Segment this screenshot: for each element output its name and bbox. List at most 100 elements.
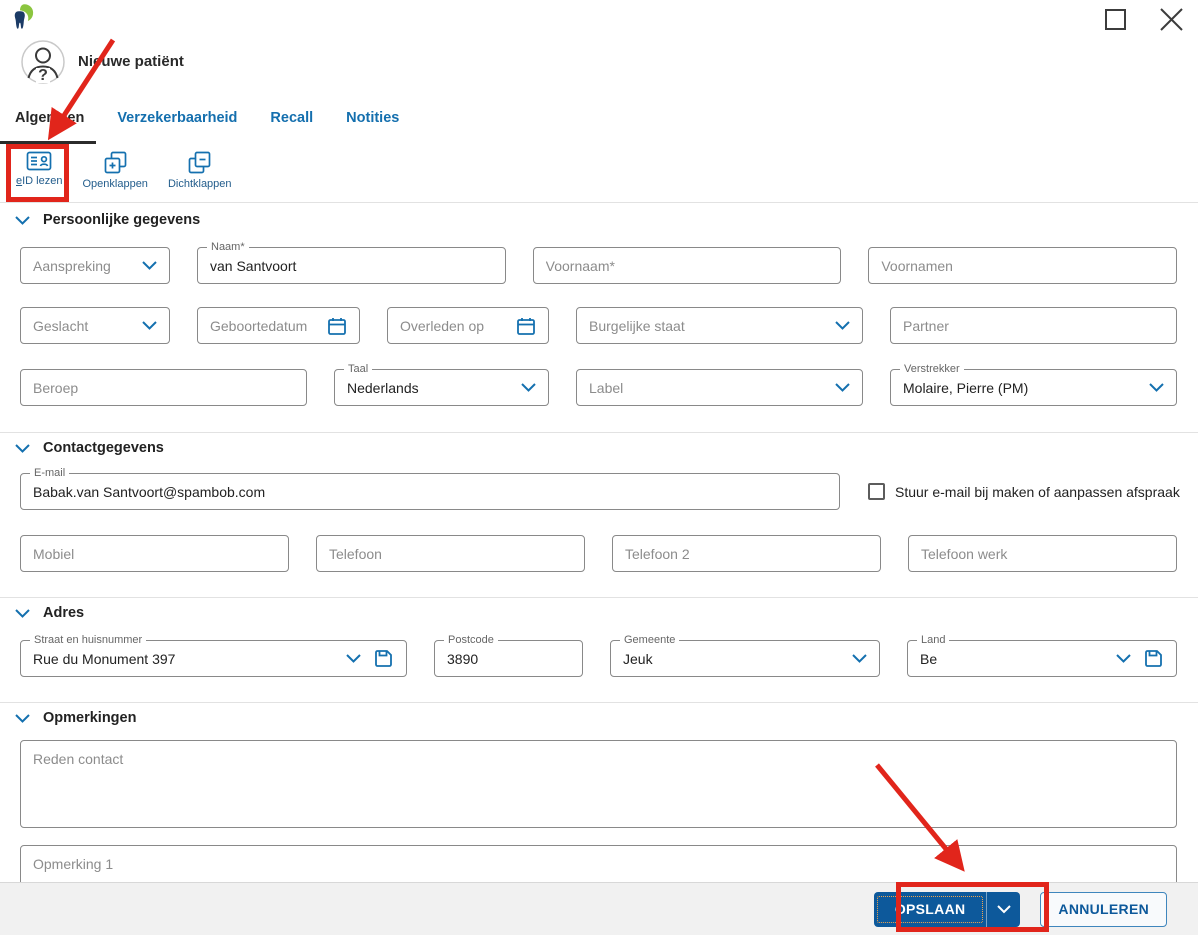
calendar-icon[interactable] bbox=[516, 316, 536, 336]
chevron-down-icon[interactable] bbox=[15, 215, 30, 225]
cancel-button-label: ANNULEREN bbox=[1058, 901, 1149, 917]
land-input[interactable] bbox=[908, 650, 1116, 667]
overleden-op-input[interactable] bbox=[388, 317, 516, 334]
geboortedatum-field[interactable] bbox=[197, 307, 360, 344]
partner-input[interactable] bbox=[891, 317, 1176, 334]
chevron-down-icon[interactable] bbox=[852, 654, 867, 663]
chevron-down-icon[interactable] bbox=[521, 383, 536, 392]
section-contact-title: Contactgegevens bbox=[43, 440, 164, 456]
gemeente-select[interactable]: Gemeente bbox=[610, 633, 880, 677]
voornaam-input[interactable] bbox=[533, 257, 841, 274]
naam-input[interactable] bbox=[198, 257, 505, 274]
mobiel-field[interactable] bbox=[20, 535, 289, 572]
expand-all-button[interactable]: Openklappen bbox=[76, 149, 153, 192]
aanspreking-input[interactable] bbox=[21, 257, 142, 274]
section-personal-header: Persoonlijke gegevens bbox=[15, 212, 200, 228]
label-input[interactable] bbox=[577, 379, 835, 396]
taal-label: Taal bbox=[344, 362, 373, 376]
burgelijke-staat-input[interactable] bbox=[577, 317, 835, 334]
chevron-down-icon[interactable] bbox=[15, 713, 30, 723]
phone-row bbox=[20, 535, 1177, 572]
app-logo-icon bbox=[13, 3, 34, 35]
gemeente-input[interactable] bbox=[611, 650, 852, 667]
chevron-down-icon[interactable] bbox=[346, 654, 361, 663]
voornamen-input[interactable] bbox=[869, 257, 1177, 274]
telefoonwerk-input[interactable] bbox=[909, 545, 1176, 562]
taal-select[interactable]: Taal bbox=[334, 362, 549, 406]
save-icon[interactable] bbox=[1143, 648, 1164, 669]
postcode-field[interactable]: Postcode bbox=[434, 633, 583, 677]
email-input[interactable] bbox=[21, 483, 839, 500]
toolbar: eID lezen Openklappen Dichtklappen bbox=[10, 149, 246, 192]
verstrekker-select[interactable]: Verstrekker bbox=[890, 362, 1177, 406]
email-label: E-mail bbox=[30, 466, 70, 480]
personal-row-2 bbox=[20, 307, 1177, 344]
close-button[interactable] bbox=[1154, 4, 1188, 34]
label-select[interactable] bbox=[576, 369, 863, 406]
chevron-down-icon[interactable] bbox=[15, 443, 30, 453]
section-contact-header: Contactgegevens bbox=[15, 440, 164, 456]
chevron-down-icon[interactable] bbox=[1116, 654, 1131, 663]
telefoonwerk-field[interactable] bbox=[908, 535, 1177, 572]
chevron-down-icon[interactable] bbox=[1149, 383, 1164, 392]
save-button[interactable]: OPSLAAN bbox=[874, 892, 987, 927]
taal-input[interactable] bbox=[335, 379, 521, 396]
reden-contact-textarea[interactable] bbox=[20, 740, 1177, 828]
cancel-button[interactable]: ANNULEREN bbox=[1040, 891, 1167, 927]
maximize-button[interactable] bbox=[1098, 4, 1132, 34]
voornamen-field[interactable] bbox=[868, 247, 1178, 284]
geslacht-input[interactable] bbox=[21, 317, 142, 334]
telefoon2-field[interactable] bbox=[612, 535, 881, 572]
tab-notities[interactable]: Notities bbox=[346, 110, 399, 138]
chevron-down-icon[interactable] bbox=[142, 321, 157, 330]
tab-bar: Algemeen Verzekerbaarheid Recall Notitie… bbox=[15, 110, 399, 138]
aanspreking-select[interactable] bbox=[20, 247, 170, 284]
email-appointment-checkbox[interactable] bbox=[868, 483, 885, 500]
section-personal-title: Persoonlijke gegevens bbox=[43, 212, 201, 228]
divider bbox=[0, 702, 1198, 703]
telefoon-input[interactable] bbox=[317, 545, 584, 562]
verstrekker-input[interactable] bbox=[891, 379, 1149, 396]
active-tab-underline bbox=[0, 141, 96, 144]
page-title: Nieuwe patiënt bbox=[78, 53, 184, 70]
geslacht-select[interactable] bbox=[20, 307, 170, 344]
straat-input[interactable] bbox=[21, 650, 346, 667]
overleden-op-field[interactable] bbox=[387, 307, 549, 344]
beroep-field[interactable] bbox=[20, 369, 307, 406]
tab-algemeen[interactable]: Algemeen bbox=[15, 110, 84, 138]
save-split-button: OPSLAAN bbox=[873, 891, 1021, 927]
beroep-input[interactable] bbox=[21, 379, 306, 396]
footer-bar: OPSLAAN ANNULEREN bbox=[0, 882, 1198, 935]
save-options-button[interactable] bbox=[986, 891, 1020, 927]
mobiel-input[interactable] bbox=[21, 545, 288, 562]
chevron-down-icon[interactable] bbox=[15, 608, 30, 618]
email-appointment-option: Stuur e-mail bij maken of aanpassen afsp… bbox=[868, 483, 1180, 500]
tab-recall[interactable]: Recall bbox=[270, 110, 313, 138]
divider bbox=[0, 432, 1198, 433]
postcode-input[interactable] bbox=[435, 650, 582, 667]
telefoon-field[interactable] bbox=[316, 535, 585, 572]
collapse-all-label: Dichtklappen bbox=[167, 178, 232, 190]
burgelijke-staat-select[interactable] bbox=[576, 307, 863, 344]
telefoon2-input[interactable] bbox=[613, 545, 880, 562]
save-icon[interactable] bbox=[373, 648, 394, 669]
chevron-down-icon[interactable] bbox=[835, 383, 850, 392]
partner-field[interactable] bbox=[890, 307, 1177, 344]
naam-field[interactable]: Naam* bbox=[197, 240, 506, 284]
email-appointment-checkbox-label: Stuur e-mail bij maken of aanpassen afsp… bbox=[895, 483, 1180, 500]
voornaam-field[interactable] bbox=[532, 247, 842, 284]
land-select[interactable]: Land bbox=[907, 633, 1177, 677]
eid-read-button[interactable]: eID lezen bbox=[10, 149, 68, 189]
tab-verzekerbaarheid[interactable]: Verzekerbaarheid bbox=[117, 110, 237, 138]
geboortedatum-input[interactable] bbox=[198, 317, 327, 334]
section-adres-title: Adres bbox=[43, 605, 85, 621]
calendar-icon[interactable] bbox=[327, 316, 347, 336]
expand-all-label: Openklappen bbox=[82, 178, 148, 190]
email-field[interactable]: E-mail bbox=[20, 466, 840, 510]
straat-label: Straat en huisnummer bbox=[30, 633, 147, 647]
chevron-down-icon[interactable] bbox=[142, 261, 157, 270]
collapse-all-button[interactable]: Dichtklappen bbox=[162, 149, 238, 192]
chevron-down-icon bbox=[997, 904, 1011, 913]
chevron-down-icon[interactable] bbox=[835, 321, 850, 330]
straat-select[interactable]: Straat en huisnummer bbox=[20, 633, 407, 677]
